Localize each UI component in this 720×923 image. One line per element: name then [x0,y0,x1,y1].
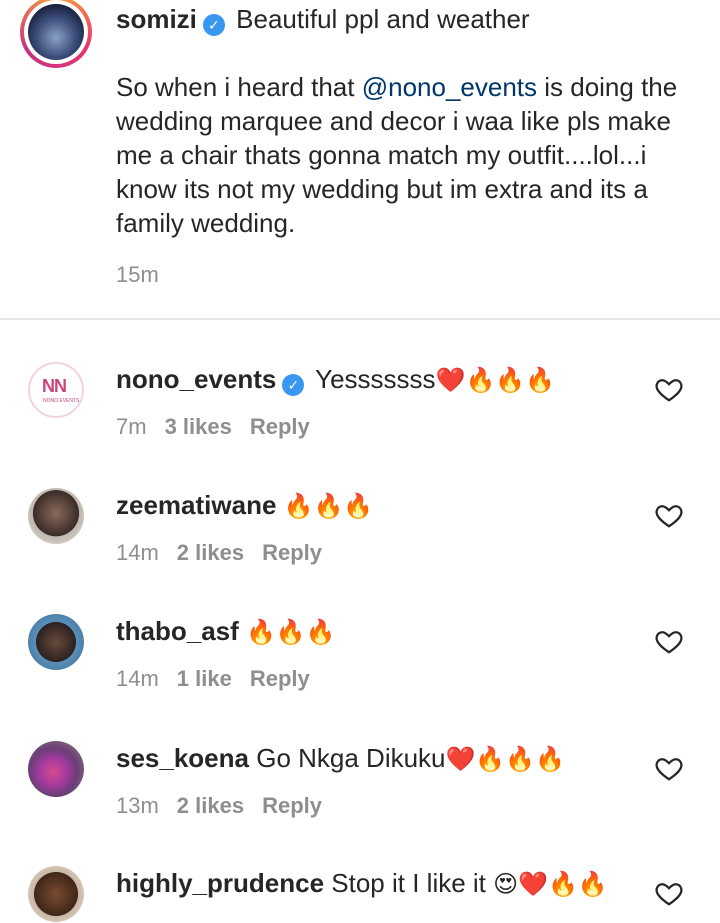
comment-time: 14m [116,666,159,691]
comment-meta: 14m 1 like Reply [116,666,310,692]
heart-outline-icon[interactable] [654,626,684,656]
mention-link[interactable]: @nono_events [362,72,537,102]
heart-outline-icon[interactable] [654,500,684,530]
comment-meta: 14m 2 likes Reply [116,540,322,566]
comment-item: highly_prudence Stop it I like it 😍❤️🔥🔥 [0,866,720,923]
reply-button[interactable]: Reply [262,540,322,565]
avatar[interactable] [28,488,84,544]
avatar[interactable] [28,614,84,670]
likes-count[interactable]: 1 like [177,666,232,691]
caption-text: somizi ✓ Beautiful ppl and weather So whe… [116,2,686,240]
avatar[interactable] [28,741,84,797]
comment-time: 14m [116,540,159,565]
divider [0,318,720,320]
somizi-avatar[interactable] [20,0,92,68]
comment-time: 13m [116,793,159,818]
heart-outline-icon[interactable] [654,753,684,783]
comment-username[interactable]: ses_koena [116,743,249,773]
comment-text: thabo_asf 🔥🔥🔥 [116,614,636,650]
comment-username[interactable]: nono_events [116,364,276,394]
comment-item: zeematiwane 🔥🔥🔥 14m 2 likes Reply [0,488,720,608]
caption-body: So when i heard that @nono_events is doi… [116,72,678,238]
comment-text: ses_koena Go Nkga Dikuku❤️🔥🔥🔥 [116,743,566,773]
comment-meta: 7m 3 likes Reply [116,414,310,440]
comment-username[interactable]: highly_prudence [116,868,324,898]
comment-time: 7m [116,414,147,439]
likes-count[interactable]: 2 likes [177,793,244,818]
verified-badge-icon: ✓ [202,14,225,36]
caption-title: Beautiful ppl and weather [236,4,530,34]
reply-button[interactable]: Reply [250,666,310,691]
likes-count[interactable]: 3 likes [165,414,232,439]
reply-button[interactable]: Reply [262,793,322,818]
heart-outline-icon[interactable] [654,374,684,404]
comment-username[interactable]: thabo_asf [116,616,239,646]
post-caption: somizi ✓ Beautiful ppl and weather So whe… [0,0,720,318]
comment-username[interactable]: zeematiwane [116,490,276,520]
avatar[interactable] [28,866,84,922]
comment-meta: 13m 2 likes Reply [116,793,322,819]
reply-button[interactable]: Reply [250,414,310,439]
fire-icons: 🔥🔥🔥 [246,619,336,646]
avatar[interactable]: NN NONO EVENTS [28,362,84,418]
caption-username[interactable]: somizi [116,4,197,34]
comment-text: highly_prudence Stop it I like it 😍❤️🔥🔥 [116,868,608,898]
comment-item: NN NONO EVENTS nono_events ✓ Yesssssss❤️🔥… [0,362,720,482]
likes-count[interactable]: 2 likes [177,540,244,565]
nono-logo: NN [42,376,67,396]
caption-timestamp: 15m [116,262,159,287]
comment-text: zeematiwane 🔥🔥🔥 [116,488,636,524]
emoji-heart-fire-icons: 😍❤️🔥🔥 [493,871,608,898]
comment-item: thabo_asf 🔥🔥🔥 14m 1 like Reply [0,614,720,734]
fire-icons: 🔥🔥🔥 [283,493,374,520]
heart-outline-icon[interactable] [654,878,684,908]
emoji-heart-fire-icons: ❤️🔥🔥🔥 [445,746,566,773]
emoji-heart-fire-icons: ❤️🔥🔥🔥 [435,367,556,394]
comment-item: ses_koena Go Nkga Dikuku❤️🔥🔥🔥 13m 2 likes… [0,741,720,861]
verified-badge-icon: ✓ [282,374,305,396]
comment-text: nono_events ✓ Yesssssss❤️🔥🔥🔥 [116,364,556,396]
